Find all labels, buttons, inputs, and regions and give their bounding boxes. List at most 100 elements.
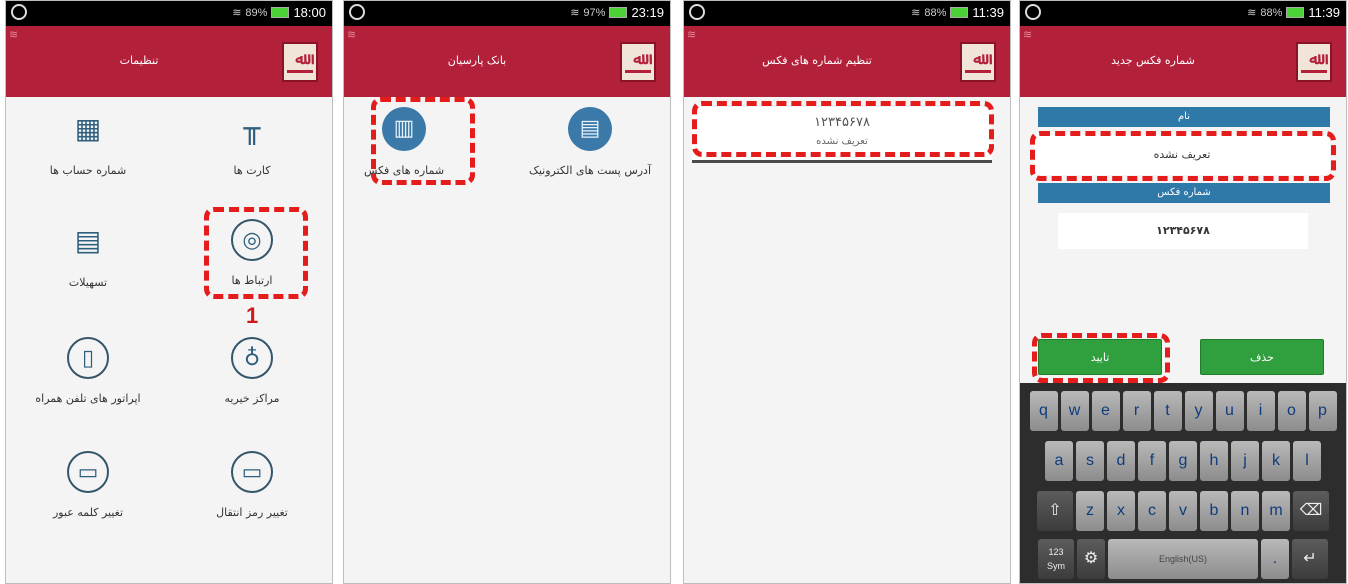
- keyboard-key[interactable]: h: [1200, 441, 1228, 481]
- fax-list: ۱۲۳۴۵۶۷۸ تعریف نشده: [684, 97, 1010, 583]
- space-key[interactable]: English(US): [1108, 539, 1258, 579]
- menu-item-label: آدرس پست های الکترونیک: [528, 164, 652, 177]
- email-icon: ▤: [568, 107, 612, 151]
- fax-number-field[interactable]: ۱۲۳۴۵۶۷۸: [1058, 213, 1308, 249]
- menu-item-facilities[interactable]: ▤ تسهیلات: [6, 219, 170, 290]
- keyboard-key[interactable]: a: [1045, 441, 1073, 481]
- status-bar: ≋ 88% 11:39: [684, 1, 1010, 26]
- period-key[interactable]: .: [1261, 539, 1289, 579]
- keyboard-key[interactable]: r: [1122, 391, 1151, 431]
- settings-screen: ≋ 89% 18:00 ≋ تنظیمات ﷲ ▦ شماره حساب ها …: [5, 0, 333, 584]
- keyboard-row-2: asdfghjkl: [1020, 441, 1346, 481]
- wifi-icon: ≋: [9, 28, 19, 41]
- menu-item-change-transfer-pin[interactable]: ▭ تغییر رمز انتقال: [170, 451, 332, 520]
- sync-icon: [349, 4, 365, 20]
- keyboard-key[interactable]: y: [1184, 391, 1213, 431]
- highlight-connections: [204, 207, 308, 299]
- sync-icon: [689, 4, 705, 20]
- keyboard-row-3: ⇧ zxcvbnm ⌫: [1020, 491, 1346, 531]
- signal-strength: 88%: [1260, 6, 1283, 19]
- chat-icon: ▭: [67, 451, 109, 493]
- sync-icon: [1025, 4, 1041, 20]
- bank-logo: ﷲ: [620, 42, 656, 82]
- menu-item-label: اپراتور های تلفن همراه: [35, 392, 141, 405]
- app-header: ≋ تنظیم شماره های فکس ﷲ: [684, 26, 1010, 97]
- wifi-icon: ≋: [1023, 28, 1033, 41]
- keyboard-key[interactable]: z: [1076, 491, 1104, 531]
- keyboard-key[interactable]: j: [1231, 441, 1259, 481]
- mobile-phone-icon: ▯: [67, 337, 109, 379]
- chat-icon: ▭: [231, 451, 273, 493]
- bank-logo: ﷲ: [960, 42, 996, 82]
- status-bar: ≋ 89% 18:00: [6, 1, 332, 26]
- keyboard-key[interactable]: u: [1215, 391, 1244, 431]
- enter-key[interactable]: ↵: [1292, 539, 1328, 579]
- keyboard-key[interactable]: p: [1308, 391, 1337, 431]
- new-fax-screen: ≋ 88% 11:39 ≋ شماره فکس جدید ﷲ نام تعریف…: [1019, 0, 1347, 584]
- keyboard-key[interactable]: b: [1200, 491, 1228, 531]
- fax-label: شماره فکس: [1038, 183, 1330, 203]
- keyboard-key[interactable]: f: [1138, 441, 1166, 481]
- menu-item-label: تغییر کلمه عبور: [52, 506, 124, 519]
- wifi-icon: ≋: [232, 7, 242, 19]
- keyboard-row-1: qwertyuiop: [1020, 391, 1346, 431]
- keyboard-key[interactable]: k: [1262, 441, 1290, 481]
- settings-gear-icon[interactable]: ⚙: [1077, 539, 1105, 579]
- page-title: بانک پارسیان: [447, 54, 507, 67]
- clock: 11:39: [972, 5, 1004, 20]
- battery-icon: [950, 7, 969, 18]
- menu-item-label: مراکز خیریه: [224, 392, 280, 405]
- bank-logo: ﷲ: [1296, 42, 1332, 82]
- app-header: ≋ بانک پارسیان ﷲ: [344, 26, 670, 97]
- battery-icon: [1286, 7, 1305, 18]
- delete-button[interactable]: حذف: [1200, 339, 1324, 375]
- menu-item-email-addresses[interactable]: ▤ آدرس پست های الکترونیک: [508, 107, 670, 178]
- wifi-icon: ≋: [1247, 7, 1257, 19]
- bank-logo: ﷲ: [282, 42, 318, 82]
- keyboard-key[interactable]: e: [1091, 391, 1120, 431]
- keyboard-key[interactable]: q: [1029, 391, 1058, 431]
- keyboard-key[interactable]: c: [1138, 491, 1166, 531]
- highlight-fax-entry: [692, 101, 994, 157]
- document-grid-icon: ▦: [74, 112, 102, 145]
- bank-screen: ≋ 97% 23:19 ≋ بانک پارسیان ﷲ ▥ شماره های…: [343, 0, 671, 584]
- keyboard-key[interactable]: g: [1169, 441, 1197, 481]
- menu-item-label: شماره حساب ها: [49, 164, 127, 177]
- keyboard-key[interactable]: s: [1076, 441, 1104, 481]
- menu-item-charity[interactable]: ♁ مراکز خیریه: [170, 337, 332, 406]
- keyboard-row-4: 123 Sym ⚙ English(US) . ↵: [1020, 539, 1346, 579]
- menu-item-mobile-operators[interactable]: ▯ اپراتور های تلفن همراه: [6, 337, 170, 406]
- wifi-icon: ≋: [911, 7, 921, 19]
- keyboard-key[interactable]: v: [1169, 491, 1197, 531]
- name-label: نام: [1038, 107, 1330, 127]
- page-title: شماره فکس جدید: [1111, 54, 1195, 67]
- keyboard-key[interactable]: n: [1231, 491, 1259, 531]
- menu-item-accounts[interactable]: ▦ شماره حساب ها: [6, 107, 170, 178]
- backspace-key[interactable]: ⌫: [1293, 491, 1329, 531]
- battery-icon: [271, 7, 290, 18]
- app-header: ≋ شماره فکس جدید ﷲ: [1020, 26, 1346, 97]
- shift-key[interactable]: ⇧: [1037, 491, 1073, 531]
- wifi-icon: ≋: [687, 28, 697, 41]
- keyboard-key[interactable]: d: [1107, 441, 1135, 481]
- signal-strength: 97%: [583, 6, 606, 19]
- keyboard-key[interactable]: l: [1293, 441, 1321, 481]
- symbols-key[interactable]: 123 Sym: [1038, 539, 1074, 579]
- on-screen-keyboard: qwertyuiop asdfghjkl ⇧ zxcvbnm ⌫ 123 Sym…: [1020, 383, 1346, 583]
- keyboard-key[interactable]: x: [1107, 491, 1135, 531]
- highlight-name-field: [1030, 131, 1336, 181]
- menu-item-cards[interactable]: ╥ کارت ها: [170, 107, 332, 178]
- menu-item-change-password[interactable]: ▭ تغییر کلمه عبور: [6, 451, 170, 520]
- keyboard-key[interactable]: m: [1262, 491, 1290, 531]
- app-header: ≋ تنظیمات ﷲ: [6, 26, 332, 97]
- menu-item-label: کارت ها: [233, 164, 271, 177]
- wifi-icon: ≋: [347, 28, 357, 41]
- keyboard-key[interactable]: w: [1060, 391, 1089, 431]
- keyboard-key[interactable]: i: [1246, 391, 1275, 431]
- keyboard-key[interactable]: t: [1153, 391, 1182, 431]
- status-bar: ≋ 88% 11:39: [1020, 1, 1346, 26]
- clock: 11:39: [1308, 5, 1340, 20]
- sync-icon: [11, 4, 27, 20]
- card-icon: ╥: [243, 112, 261, 145]
- keyboard-key[interactable]: o: [1277, 391, 1306, 431]
